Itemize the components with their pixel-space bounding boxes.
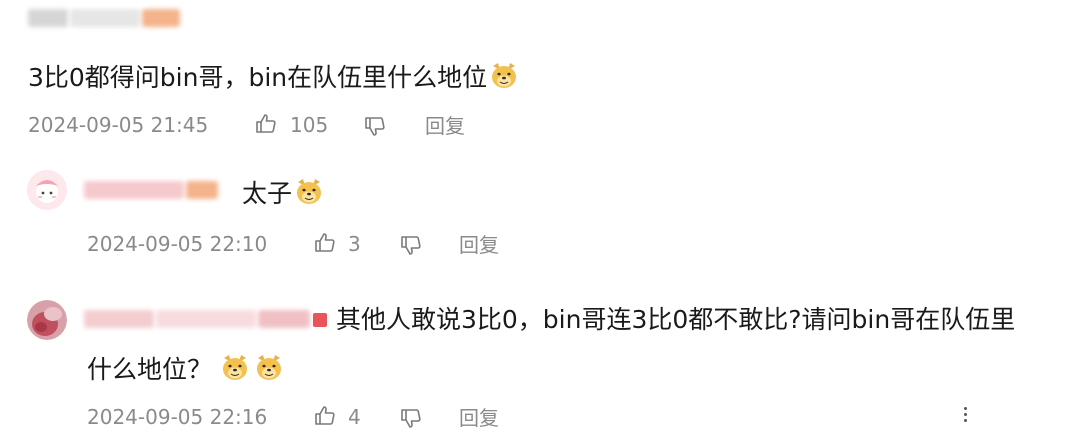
timestamp: 2024-09-05 21:45	[28, 113, 209, 137]
doge-icon	[492, 63, 517, 88]
doge-icon	[223, 355, 248, 380]
avatar[interactable]	[27, 300, 67, 340]
comment-body: 3比0都得问bin哥，bin在队伍里什么地位	[28, 63, 488, 92]
dislike-button[interactable]	[399, 406, 423, 430]
comment-body: 什么地位？	[87, 355, 213, 384]
comment-text-line2: 什么地位？	[87, 352, 284, 385]
timestamp: 2024-09-05 22:16	[87, 405, 268, 429]
like-count: 3	[348, 232, 361, 256]
thumbs-up-icon	[315, 233, 335, 252]
doge-icon	[257, 355, 282, 380]
thumbs-down-icon	[401, 409, 421, 428]
like-button[interactable]	[313, 404, 337, 428]
dislike-button[interactable]	[363, 114, 387, 138]
avatar-image	[27, 170, 67, 210]
comment-text: 3比0都得问bin哥，bin在队伍里什么地位	[28, 60, 519, 93]
level-badge-icon	[313, 313, 327, 327]
thumbs-up-icon	[256, 114, 276, 133]
like-count: 4	[348, 405, 361, 429]
like-button[interactable]	[254, 112, 278, 136]
comment-text: 太子	[242, 176, 324, 209]
reply-button[interactable]: 回复	[425, 113, 465, 139]
thumbs-down-icon	[365, 117, 385, 136]
like-count: 105	[290, 113, 329, 137]
reply-button[interactable]: 回复	[459, 405, 499, 431]
thumbs-up-icon	[315, 406, 335, 425]
comment-text-line1: 其他人敢说3比0，bin哥连3比0都不敢比?请问bin哥在队伍里	[336, 305, 1016, 334]
more-options-icon[interactable]	[958, 404, 972, 430]
comment-body: 太子	[242, 179, 293, 208]
avatar-image	[27, 300, 67, 340]
avatar[interactable]	[27, 170, 67, 210]
thumbs-down-icon	[401, 236, 421, 255]
dislike-button[interactable]	[399, 233, 423, 257]
doge-icon	[297, 179, 322, 204]
timestamp: 2024-09-05 22:10	[87, 232, 268, 256]
reply-button[interactable]: 回复	[459, 232, 499, 258]
like-button[interactable]	[313, 231, 337, 255]
